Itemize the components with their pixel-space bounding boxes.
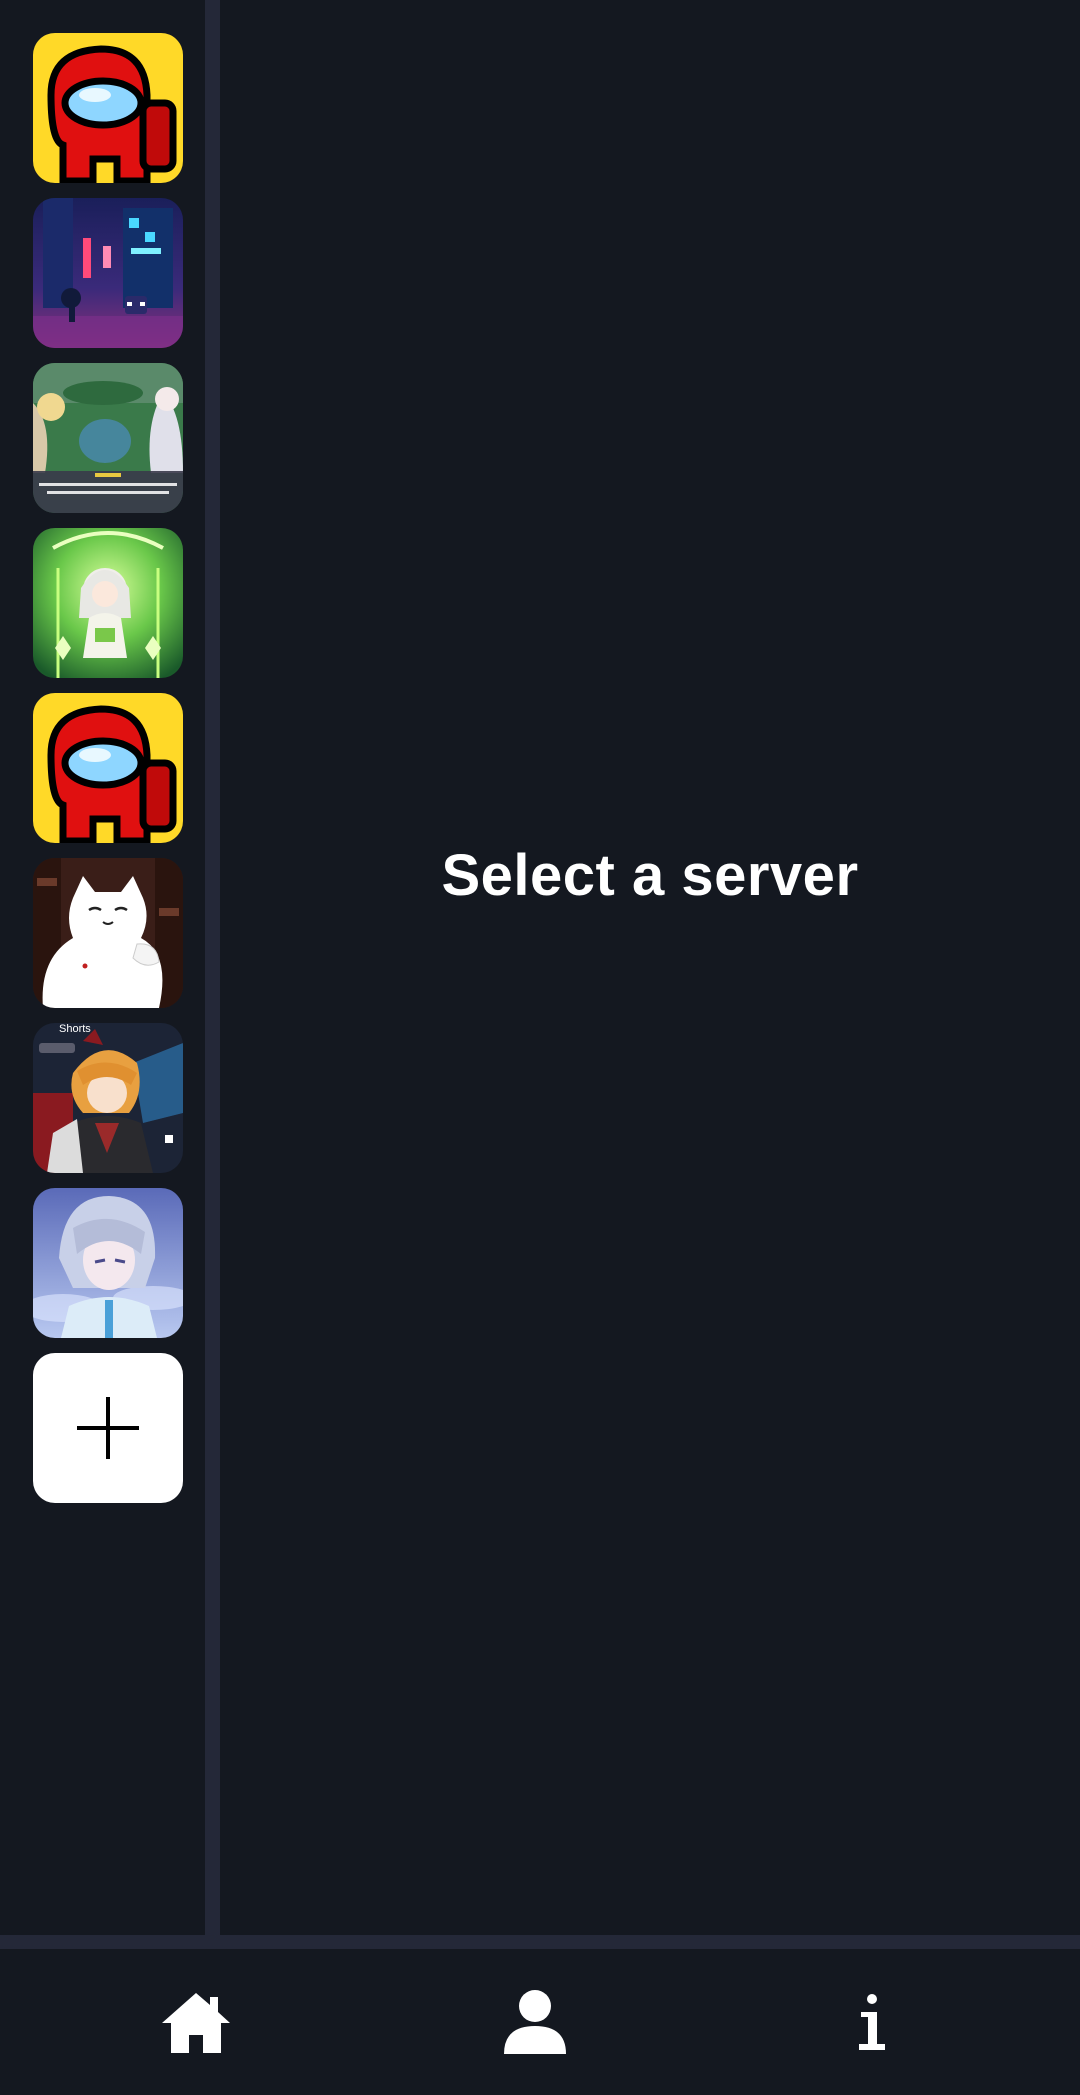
home-icon [162,1993,230,2053]
server-item-6[interactable] [33,858,183,1008]
among-us-crewmate-icon [33,693,183,843]
thumbnail-caption: Shorts [59,1023,91,1035]
server-sidebar: Shorts [0,0,205,1935]
neon-city-street-icon [33,198,183,348]
server-item-1[interactable] [33,33,183,183]
nav-profile-button[interactable] [355,1949,715,2095]
info-icon [859,1994,885,2050]
server-item-8[interactable] [33,1188,183,1338]
plus-icon [77,1397,139,1459]
sidebar-divider [205,0,220,1935]
nav-home-button[interactable] [16,1949,376,2095]
server-item-7[interactable]: Shorts [33,1023,183,1173]
among-us-crewmate-icon [33,33,183,183]
add-server-button[interactable] [33,1353,183,1503]
anime-character-green-icon [33,528,183,678]
server-item-3[interactable] [33,363,183,513]
page-title: Select a server [441,843,859,908]
server-item-2[interactable] [33,198,183,348]
anime-character-orange-hair-icon [33,1023,183,1173]
server-item-5[interactable] [33,693,183,843]
bottom-navigation [0,1949,1080,2095]
profile-icon [504,1990,566,2054]
bottom-nav-divider [0,1935,1080,1949]
nav-info-button[interactable] [692,1949,1052,2095]
game-screenshot-icon [33,363,183,513]
anime-character-silver-hair-icon [33,1188,183,1338]
server-item-4[interactable] [33,528,183,678]
white-cat-icon [33,858,183,1008]
